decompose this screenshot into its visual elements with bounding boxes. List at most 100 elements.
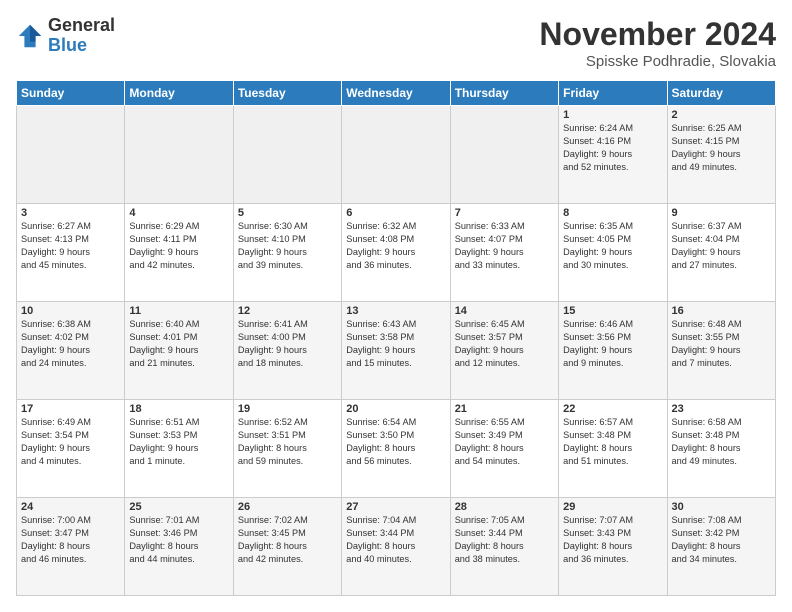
day-info: Sunrise: 6:40 AM Sunset: 4:01 PM Dayligh… (129, 318, 228, 370)
day-number: 13 (346, 305, 445, 317)
day-number: 10 (21, 305, 120, 317)
day-number: 19 (238, 403, 337, 415)
day-number: 17 (21, 403, 120, 415)
calendar-cell: 16Sunrise: 6:48 AM Sunset: 3:55 PM Dayli… (667, 302, 775, 400)
col-saturday: Saturday (667, 81, 775, 106)
calendar-cell: 9Sunrise: 6:37 AM Sunset: 4:04 PM Daylig… (667, 204, 775, 302)
day-info: Sunrise: 6:38 AM Sunset: 4:02 PM Dayligh… (21, 318, 120, 370)
calendar-cell: 29Sunrise: 7:07 AM Sunset: 3:43 PM Dayli… (559, 498, 667, 596)
day-info: Sunrise: 6:55 AM Sunset: 3:49 PM Dayligh… (455, 416, 554, 468)
day-info: Sunrise: 7:07 AM Sunset: 3:43 PM Dayligh… (563, 514, 662, 566)
day-number: 22 (563, 403, 662, 415)
col-friday: Friday (559, 81, 667, 106)
header-row: Sunday Monday Tuesday Wednesday Thursday… (17, 81, 776, 106)
calendar-cell: 21Sunrise: 6:55 AM Sunset: 3:49 PM Dayli… (450, 400, 558, 498)
day-number: 1 (563, 109, 662, 121)
day-number: 12 (238, 305, 337, 317)
calendar-cell: 7Sunrise: 6:33 AM Sunset: 4:07 PM Daylig… (450, 204, 558, 302)
calendar-cell: 26Sunrise: 7:02 AM Sunset: 3:45 PM Dayli… (233, 498, 341, 596)
day-number: 27 (346, 501, 445, 513)
col-thursday: Thursday (450, 81, 558, 106)
day-number: 14 (455, 305, 554, 317)
calendar-cell: 4Sunrise: 6:29 AM Sunset: 4:11 PM Daylig… (125, 204, 233, 302)
day-info: Sunrise: 6:37 AM Sunset: 4:04 PM Dayligh… (672, 220, 771, 272)
calendar-cell (17, 106, 125, 204)
day-number: 2 (672, 109, 771, 121)
day-number: 7 (455, 207, 554, 219)
location-subtitle: Spisske Podhradie, Slovakia (539, 53, 776, 70)
day-info: Sunrise: 6:49 AM Sunset: 3:54 PM Dayligh… (21, 416, 120, 468)
calendar-cell: 25Sunrise: 7:01 AM Sunset: 3:46 PM Dayli… (125, 498, 233, 596)
calendar-cell: 17Sunrise: 6:49 AM Sunset: 3:54 PM Dayli… (17, 400, 125, 498)
day-number: 11 (129, 305, 228, 317)
day-info: Sunrise: 6:54 AM Sunset: 3:50 PM Dayligh… (346, 416, 445, 468)
day-info: Sunrise: 6:33 AM Sunset: 4:07 PM Dayligh… (455, 220, 554, 272)
day-number: 21 (455, 403, 554, 415)
calendar-cell: 11Sunrise: 6:40 AM Sunset: 4:01 PM Dayli… (125, 302, 233, 400)
day-info: Sunrise: 6:52 AM Sunset: 3:51 PM Dayligh… (238, 416, 337, 468)
day-number: 23 (672, 403, 771, 415)
col-monday: Monday (125, 81, 233, 106)
col-wednesday: Wednesday (342, 81, 450, 106)
day-number: 3 (21, 207, 120, 219)
calendar-cell: 30Sunrise: 7:08 AM Sunset: 3:42 PM Dayli… (667, 498, 775, 596)
day-number: 26 (238, 501, 337, 513)
logo-icon (16, 22, 44, 50)
day-number: 6 (346, 207, 445, 219)
logo-blue-text: Blue (48, 36, 115, 56)
day-info: Sunrise: 7:00 AM Sunset: 3:47 PM Dayligh… (21, 514, 120, 566)
day-info: Sunrise: 6:24 AM Sunset: 4:16 PM Dayligh… (563, 122, 662, 174)
calendar-cell: 23Sunrise: 6:58 AM Sunset: 3:48 PM Dayli… (667, 400, 775, 498)
calendar-body: 1Sunrise: 6:24 AM Sunset: 4:16 PM Daylig… (17, 106, 776, 596)
calendar-week-2: 10Sunrise: 6:38 AM Sunset: 4:02 PM Dayli… (17, 302, 776, 400)
day-info: Sunrise: 6:35 AM Sunset: 4:05 PM Dayligh… (563, 220, 662, 272)
day-info: Sunrise: 6:45 AM Sunset: 3:57 PM Dayligh… (455, 318, 554, 370)
calendar-header: Sunday Monday Tuesday Wednesday Thursday… (17, 81, 776, 106)
logo-general-text: General (48, 16, 115, 36)
day-info: Sunrise: 6:29 AM Sunset: 4:11 PM Dayligh… (129, 220, 228, 272)
day-info: Sunrise: 7:01 AM Sunset: 3:46 PM Dayligh… (129, 514, 228, 566)
day-number: 15 (563, 305, 662, 317)
logo-text: General Blue (48, 16, 115, 56)
calendar-week-0: 1Sunrise: 6:24 AM Sunset: 4:16 PM Daylig… (17, 106, 776, 204)
calendar-cell: 5Sunrise: 6:30 AM Sunset: 4:10 PM Daylig… (233, 204, 341, 302)
calendar-cell: 14Sunrise: 6:45 AM Sunset: 3:57 PM Dayli… (450, 302, 558, 400)
calendar-cell: 22Sunrise: 6:57 AM Sunset: 3:48 PM Dayli… (559, 400, 667, 498)
calendar-cell: 3Sunrise: 6:27 AM Sunset: 4:13 PM Daylig… (17, 204, 125, 302)
calendar-cell: 6Sunrise: 6:32 AM Sunset: 4:08 PM Daylig… (342, 204, 450, 302)
day-info: Sunrise: 6:58 AM Sunset: 3:48 PM Dayligh… (672, 416, 771, 468)
day-number: 18 (129, 403, 228, 415)
header: General Blue November 2024 Spisske Podhr… (16, 16, 776, 70)
day-info: Sunrise: 7:02 AM Sunset: 3:45 PM Dayligh… (238, 514, 337, 566)
day-info: Sunrise: 7:08 AM Sunset: 3:42 PM Dayligh… (672, 514, 771, 566)
day-info: Sunrise: 6:41 AM Sunset: 4:00 PM Dayligh… (238, 318, 337, 370)
col-tuesday: Tuesday (233, 81, 341, 106)
day-info: Sunrise: 6:48 AM Sunset: 3:55 PM Dayligh… (672, 318, 771, 370)
calendar-cell: 1Sunrise: 6:24 AM Sunset: 4:16 PM Daylig… (559, 106, 667, 204)
day-info: Sunrise: 7:05 AM Sunset: 3:44 PM Dayligh… (455, 514, 554, 566)
day-info: Sunrise: 6:43 AM Sunset: 3:58 PM Dayligh… (346, 318, 445, 370)
title-block: November 2024 Spisske Podhradie, Slovaki… (539, 16, 776, 70)
calendar-cell: 19Sunrise: 6:52 AM Sunset: 3:51 PM Dayli… (233, 400, 341, 498)
day-info: Sunrise: 6:57 AM Sunset: 3:48 PM Dayligh… (563, 416, 662, 468)
day-number: 25 (129, 501, 228, 513)
day-number: 5 (238, 207, 337, 219)
day-number: 8 (563, 207, 662, 219)
logo: General Blue (16, 16, 115, 56)
calendar-table: Sunday Monday Tuesday Wednesday Thursday… (16, 80, 776, 596)
calendar-cell: 13Sunrise: 6:43 AM Sunset: 3:58 PM Dayli… (342, 302, 450, 400)
day-info: Sunrise: 7:04 AM Sunset: 3:44 PM Dayligh… (346, 514, 445, 566)
calendar-cell: 2Sunrise: 6:25 AM Sunset: 4:15 PM Daylig… (667, 106, 775, 204)
day-info: Sunrise: 6:51 AM Sunset: 3:53 PM Dayligh… (129, 416, 228, 468)
calendar-cell: 10Sunrise: 6:38 AM Sunset: 4:02 PM Dayli… (17, 302, 125, 400)
calendar-cell: 27Sunrise: 7:04 AM Sunset: 3:44 PM Dayli… (342, 498, 450, 596)
page: General Blue November 2024 Spisske Podhr… (0, 0, 792, 612)
calendar-week-4: 24Sunrise: 7:00 AM Sunset: 3:47 PM Dayli… (17, 498, 776, 596)
calendar-cell: 12Sunrise: 6:41 AM Sunset: 4:00 PM Dayli… (233, 302, 341, 400)
day-info: Sunrise: 6:46 AM Sunset: 3:56 PM Dayligh… (563, 318, 662, 370)
calendar-cell (450, 106, 558, 204)
calendar-cell (233, 106, 341, 204)
day-number: 28 (455, 501, 554, 513)
day-info: Sunrise: 6:32 AM Sunset: 4:08 PM Dayligh… (346, 220, 445, 272)
calendar-cell: 8Sunrise: 6:35 AM Sunset: 4:05 PM Daylig… (559, 204, 667, 302)
